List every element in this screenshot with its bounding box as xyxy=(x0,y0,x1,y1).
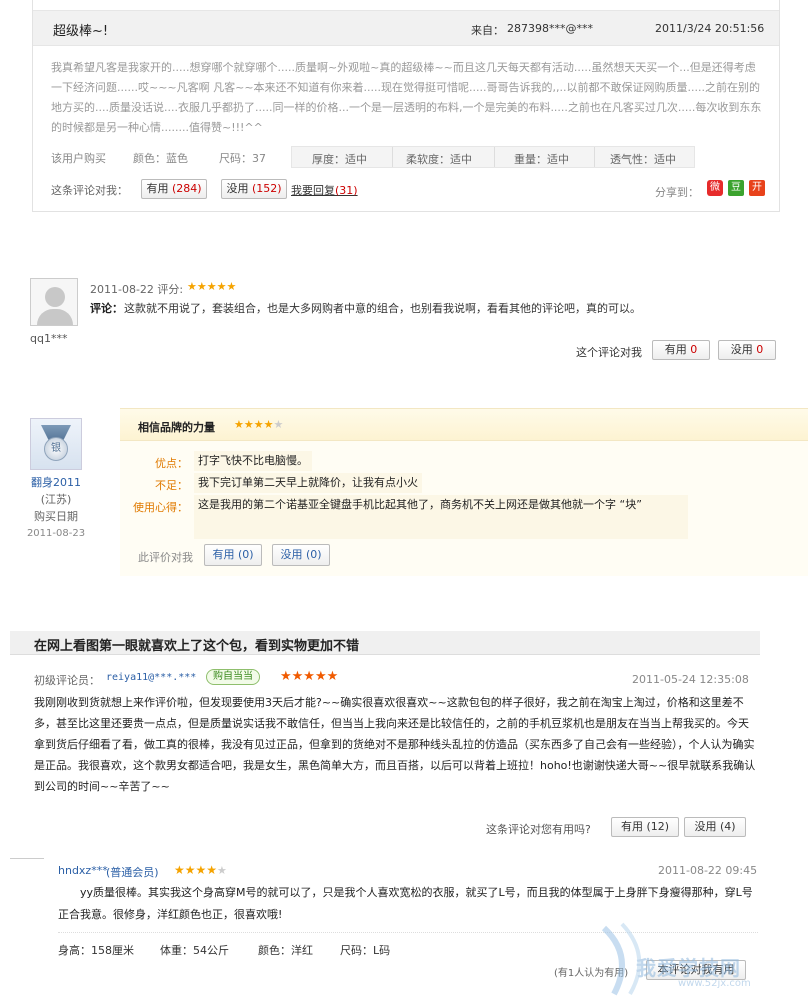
reply-label: 我要回复 xyxy=(291,184,335,197)
avatar-head-icon xyxy=(45,287,65,307)
experience-text: 这是我用的第二个诺基亚全键盘手机比起其他了，商务机不关上网还是做其他就一个字 “… xyxy=(194,495,688,539)
cons-text: 我下完订单第二天早上就降价，让我有点小火 xyxy=(194,473,422,493)
useless-button[interactable]: 没用 (0) xyxy=(272,544,330,566)
height-attr: 身高：158厘米 xyxy=(58,944,134,957)
useless-button[interactable]: 没用 (152) xyxy=(221,179,287,199)
rating-stars: ★★★★★ xyxy=(174,863,227,877)
username-link[interactable]: 翻身2011 xyxy=(30,474,82,490)
review-title: 超级棒~! xyxy=(53,24,109,39)
useless-count: (152) xyxy=(251,182,282,195)
source-tag: 购自当当 xyxy=(206,669,260,685)
helpful-prompt: 这条评论对您有用吗? xyxy=(486,823,591,836)
color-attr: 颜色：蓝色 xyxy=(133,152,188,165)
reply-count: (31) xyxy=(335,184,358,197)
member-level: (普通会员) xyxy=(106,866,159,879)
size-attr: 尺码：37 xyxy=(219,152,266,165)
rating-stars: ★★★★★ xyxy=(280,669,339,684)
useless-label: 没用 xyxy=(226,182,249,195)
watermark-site: 我爱学技网 xyxy=(636,956,741,980)
review-header: 超级棒~! 来自： 287398***@*** 2011/3/24 20:51:… xyxy=(33,10,779,46)
experience-label: 使用心得： xyxy=(133,501,188,514)
thickness-attr: 厚度：适中 xyxy=(312,153,367,166)
comment-text: 这款就不用说了，套装组合，也是大多网购者中意的组合，也别看我说啊，看看其他的评论… xyxy=(124,302,641,315)
weight-attr: 重量：适中 xyxy=(514,153,569,166)
reviewer-id[interactable]: reiya11@***.*** xyxy=(106,672,196,683)
useful-count: 0 xyxy=(690,343,698,356)
buy-date: 2011-08-23 xyxy=(26,528,86,539)
divider xyxy=(10,858,44,859)
weibo-share-icon[interactable]: 微 xyxy=(707,180,723,196)
reviewer-name[interactable]: hndxz*** xyxy=(58,864,108,877)
useless-button[interactable]: 没用 (4) xyxy=(684,817,746,837)
buy-date-label: 购买日期 xyxy=(34,510,78,523)
review-datetime: 2011/3/24 20:51:56 xyxy=(655,22,765,35)
helpful-prompt: 这条评论对我： xyxy=(51,184,128,197)
username: qq1*** xyxy=(30,332,68,345)
reviewer-level: 初级评论员： xyxy=(34,674,100,687)
useful-count: (284) xyxy=(171,182,202,195)
cons-label: 不足： xyxy=(155,479,188,492)
review-datetime: 2011-08-22 09:45 xyxy=(658,864,758,877)
review-card-3: 相信品牌的力量 ★★★★★ 优点： 打字飞快不比电脑慢。 不足： 我下完订单第二… xyxy=(120,408,808,576)
avatar[interactable] xyxy=(30,278,78,326)
user-location: (江苏) xyxy=(40,493,72,506)
helpful-prompt: 此评价对我 xyxy=(138,551,193,564)
avatar-body-icon xyxy=(37,309,73,325)
review-body: 我刚刚收到货就想上来作评价啦，但发现要使用3天后才能?~~确实很喜欢很喜欢~~这… xyxy=(34,696,756,793)
useful-button[interactable]: 有用 0 xyxy=(652,340,710,360)
useless-count: 0 xyxy=(756,343,764,356)
useful-label: 有用 xyxy=(146,182,169,195)
useful-label: 有用 xyxy=(664,343,687,356)
helpful-prompt: 这个评论对我 xyxy=(576,346,642,359)
pros-text: 打字飞快不比电脑慢。 xyxy=(194,451,312,471)
comment-label: 评论： xyxy=(90,302,123,315)
review-title-bar: 在网上看图第一眼就喜欢上了这个包，看到实物更加不错 xyxy=(10,631,760,655)
member-badge-icon: 银 xyxy=(30,418,82,470)
review-header: 相信品牌的力量 ★★★★★ xyxy=(120,409,808,441)
from-label: 来自： xyxy=(471,24,504,37)
douban-share-icon[interactable]: 豆 xyxy=(728,180,744,196)
weight-attr: 体重：54公斤 xyxy=(160,944,229,957)
review-date: 2011-08-22 评分: xyxy=(90,283,184,296)
kaixin-share-icon[interactable]: 开 xyxy=(749,180,765,196)
rating-stars: ★★★★★ xyxy=(187,280,237,293)
attribute-box: 厚度：适中 柔软度：适中 重量：适中 透气性：适中 xyxy=(291,146,695,168)
useful-button[interactable]: 有用 (0) xyxy=(204,544,262,566)
softness-attr: 柔软度：适中 xyxy=(406,153,472,166)
watermark-url: www.52jx.com xyxy=(678,978,751,989)
review-body: 我真希望凡客是我家开的.....想穿哪个就穿哪个.....质量啊~外观啦~真的超… xyxy=(51,61,762,134)
site-watermark: 我爱学技网 www.52jx.com xyxy=(594,916,804,996)
review-datetime: 2011-05-24 12:35:08 xyxy=(632,673,749,686)
useless-button[interactable]: 没用 0 xyxy=(718,340,776,360)
useless-label: 没用 xyxy=(730,343,753,356)
badge-text: 银 xyxy=(44,437,68,461)
useful-button[interactable]: 有用 (284) xyxy=(141,179,207,199)
rating-stars: ★★★★★ xyxy=(234,418,284,431)
color-attr: 颜色：洋红 xyxy=(258,944,313,957)
pros-label: 优点： xyxy=(155,457,188,470)
reviewer-id: 287398***@*** xyxy=(507,22,593,35)
buyer-label: 该用户购买 xyxy=(51,152,106,165)
review-title: 相信品牌的力量 xyxy=(138,421,215,434)
review-card-1: 超级棒~! 来自： 287398***@*** 2011/3/24 20:51:… xyxy=(32,0,780,212)
reply-link[interactable]: 我要回复(31) xyxy=(291,182,358,198)
size-attr: 尺码：L码 xyxy=(340,944,391,957)
review-title: 在网上看图第一眼就喜欢上了这个包，看到实物更加不错 xyxy=(34,639,360,654)
share-label: 分享到： xyxy=(655,186,699,199)
useful-button[interactable]: 有用 (12) xyxy=(611,817,679,837)
breathability-attr: 透气性：适中 xyxy=(610,153,676,166)
